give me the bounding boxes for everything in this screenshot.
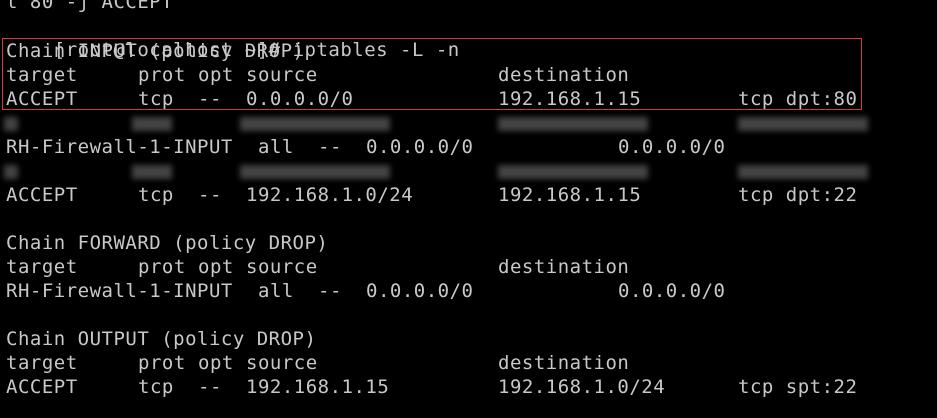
rule-destination: 0.0.0.0/0 (618, 136, 726, 158)
rule-destination: 192.168.1.15 (498, 88, 642, 110)
rule-opt: -- (318, 136, 342, 158)
terminal-window[interactable]: t 80 -j ACCEPT [root@localhost ~]# iptab… (0, 0, 937, 418)
col-target: target (6, 64, 78, 86)
previous-output-line: t 80 -j ACCEPT (6, 0, 174, 13)
rule-prot: tcp (138, 184, 174, 206)
rule-source: 192.168.1.15 (246, 376, 390, 398)
rule-row: RH-Firewall-1-INPUT all -- 0.0.0.0/0 0.0… (6, 279, 725, 303)
rule-prot: tcp (138, 376, 174, 398)
redacted-text (132, 165, 172, 179)
rule-row: ACCEPT tcp -- 192.168.1.15 192.168.1.0/2… (6, 375, 857, 399)
rule-row: RH-Firewall-1-INPUT all -- 0.0.0.0/0 0.0… (6, 135, 725, 159)
redacted-text (240, 165, 390, 179)
chain-header-output: Chain OUTPUT (policy DROP) (6, 328, 317, 350)
rule-target: RH-Firewall-1-INPUT (6, 136, 233, 158)
column-header-row: target prot opt source destination (6, 63, 629, 87)
col-prot: prot (138, 64, 186, 86)
rule-source: 0.0.0.0/0 (246, 88, 354, 110)
col-opt: opt (198, 352, 234, 374)
rule-opt: -- (198, 376, 222, 398)
rule-extra: tcp spt:22 (738, 376, 858, 398)
chain-header-forward: Chain FORWARD (policy DROP) (6, 232, 329, 254)
rule-prot: all (258, 280, 294, 302)
col-destination: destination (498, 352, 630, 374)
rule-target: ACCEPT (6, 88, 78, 110)
col-destination: destination (498, 256, 630, 278)
rule-prot: tcp (138, 88, 174, 110)
rule-destination: 192.168.1.15 (498, 184, 642, 206)
col-prot: prot (138, 256, 186, 278)
rule-target: ACCEPT (6, 184, 78, 206)
rule-prot: all (258, 136, 294, 158)
redacted-text (132, 117, 172, 131)
rule-target: ACCEPT (6, 376, 78, 398)
rule-source: 0.0.0.0/0 (366, 280, 474, 302)
col-opt: opt (198, 256, 234, 278)
redacted-text (498, 117, 648, 131)
col-source: source (246, 352, 318, 374)
redacted-text (498, 165, 648, 179)
redacted-text (4, 117, 18, 131)
rule-opt: -- (198, 88, 222, 110)
rule-extra: tcp dpt:22 (738, 184, 858, 206)
col-destination: destination (498, 64, 630, 86)
col-prot: prot (138, 352, 186, 374)
col-opt: opt (198, 64, 234, 86)
chain-header-input: Chain INPUT (policy DROP) (6, 40, 305, 62)
rule-opt: -- (318, 280, 342, 302)
rule-opt: -- (198, 184, 222, 206)
command-line: [root@localhost ~]# iptables -L -n (6, 14, 460, 61)
rule-row: ACCEPT tcp -- 192.168.1.0/24 192.168.1.1… (6, 183, 857, 207)
redacted-text (738, 117, 868, 131)
col-target: target (6, 256, 78, 278)
column-header-row: target prot opt source destination (6, 351, 629, 375)
col-target: target (6, 352, 78, 374)
rule-row: ACCEPT tcp -- 0.0.0.0/0 192.168.1.15 tcp… (6, 87, 857, 111)
rule-source: 0.0.0.0/0 (366, 136, 474, 158)
redacted-text (738, 165, 868, 179)
rule-destination: 0.0.0.0/0 (618, 280, 726, 302)
redacted-text (4, 165, 18, 179)
rule-source: 192.168.1.0/24 (246, 184, 414, 206)
rule-destination: 192.168.1.0/24 (498, 376, 666, 398)
col-source: source (246, 64, 318, 86)
rule-extra: tcp dpt:80 (738, 88, 858, 110)
redacted-text (240, 117, 390, 131)
rule-target: RH-Firewall-1-INPUT (6, 280, 233, 302)
col-source: source (246, 256, 318, 278)
column-header-row: target prot opt source destination (6, 255, 629, 279)
